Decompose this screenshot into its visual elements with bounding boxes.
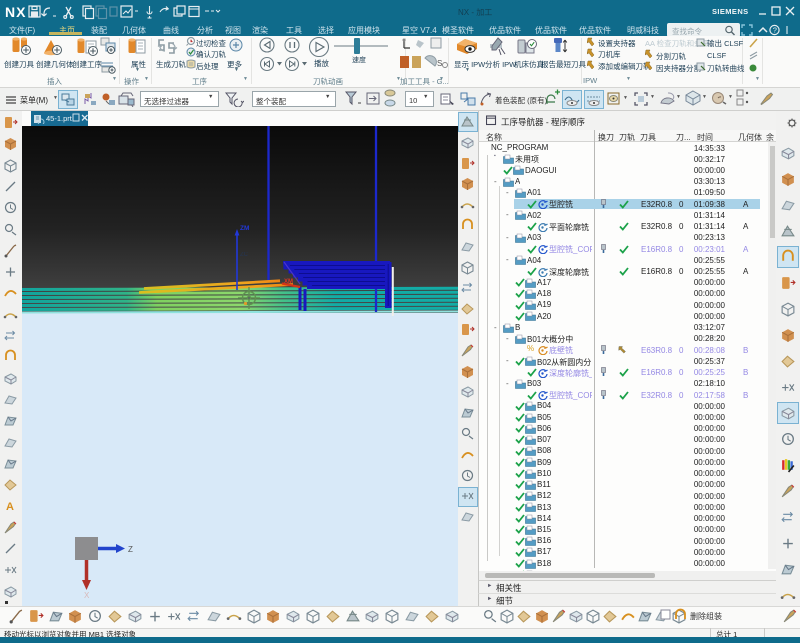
svg-text:A: A — [6, 501, 14, 513]
svg-text:X: X — [84, 591, 90, 600]
svg-text:XM: XM — [284, 279, 293, 285]
svg-text:ZM: ZM — [240, 225, 249, 232]
svg-text:Z: Z — [128, 545, 133, 554]
svg-text:S: S — [437, 59, 442, 68]
svg-text:ZC: ZC — [240, 252, 249, 258]
svg-text:?: ? — [773, 26, 777, 35]
